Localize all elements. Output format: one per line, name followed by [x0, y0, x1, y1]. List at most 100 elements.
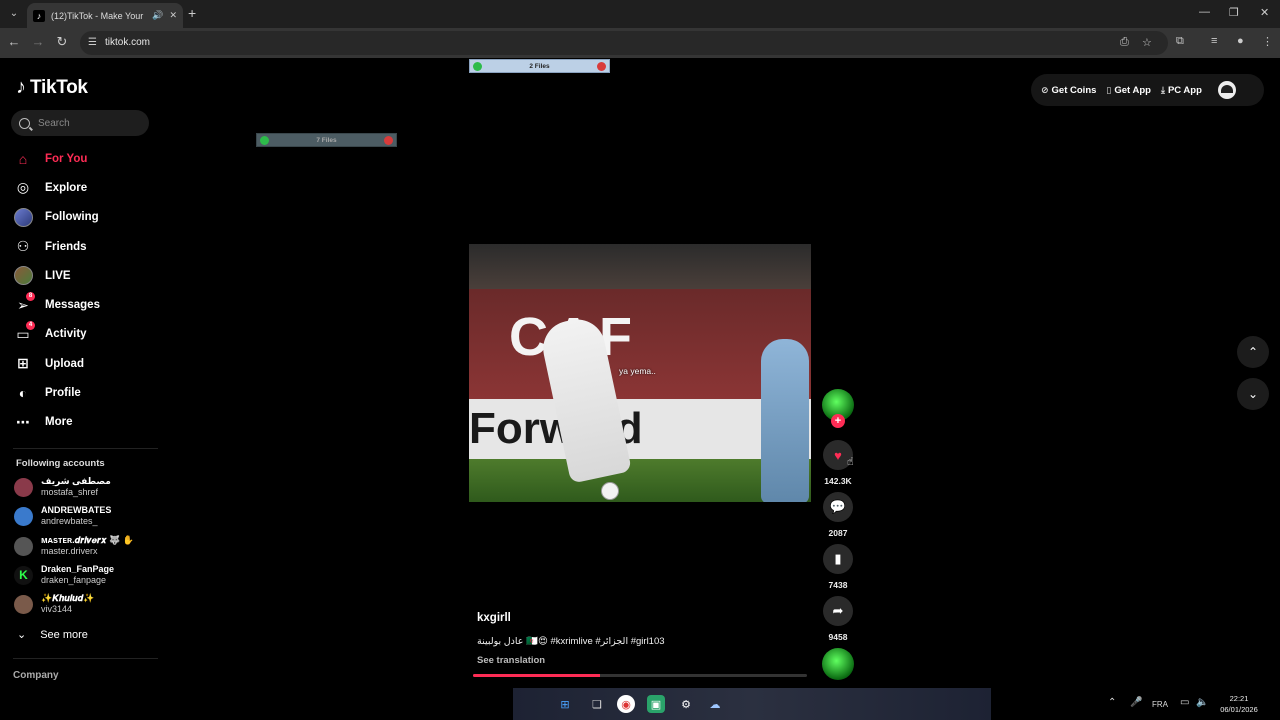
following-account[interactable]: مصطفى شريف mostafa_shref [14, 476, 111, 498]
save-button[interactable]: ▮ [823, 544, 853, 574]
sidebar-item-label: Upload [45, 357, 84, 370]
browser-menu-icon[interactable]: ⋮ [1262, 35, 1273, 48]
phone-icon: ▯ [1106, 84, 1112, 95]
following-account[interactable]: K Draken_FanPage draken_fanpage [14, 564, 114, 586]
settings-gear-icon[interactable]: ⚙ [677, 695, 695, 713]
coin-icon: ⊘ [1041, 84, 1049, 95]
tab-search-chevron-icon[interactable]: ⌄ [6, 6, 22, 22]
files-bar[interactable]: 7 Files [256, 133, 397, 147]
browser-tab[interactable]: ♪ (12)TikTok - Make Your Day 🔊 ✕ [27, 3, 183, 28]
app-icon[interactable]: ▣ [647, 695, 665, 713]
bookmark-icon: ▮ [834, 551, 842, 566]
sidebar-item-live[interactable]: LIVE [13, 261, 158, 290]
like-count: 142.3K [824, 476, 852, 486]
company-link[interactable]: Company [13, 670, 59, 681]
share-button[interactable]: ➦ [823, 596, 853, 626]
sidebar-item-messages[interactable]: ➢ 8 Messages [13, 290, 158, 319]
new-tab-button[interactable]: + [188, 5, 196, 21]
logo-text: TikTok [30, 76, 88, 98]
clock-date: 06/01/2026 [1220, 705, 1258, 714]
restore-icon[interactable]: ❐ [1229, 6, 1239, 19]
account-handle: mostafa_shref [41, 487, 99, 497]
comment-button[interactable]: 💬 [823, 492, 853, 522]
following-account[interactable]: ᴍᴀsᴛᴇʀ.𝒅𝒓𝒊𝒗𝒆𝒓𝒙 🐺 ✋ master.driverx [14, 535, 134, 557]
see-more-label: See more [40, 628, 88, 641]
steam-icon[interactable]: ☁ [706, 695, 724, 713]
close-icon[interactable] [597, 62, 606, 71]
extensions-icon[interactable]: ⧉ [1176, 35, 1184, 48]
avatar [13, 207, 33, 227]
get-app-button[interactable]: ▯ Get App [1106, 85, 1151, 96]
avatar: K [14, 565, 33, 585]
taskbar [513, 688, 991, 720]
browser-tabbar: ⌄ ♪ (12)TikTok - Make Your Day 🔊 ✕ + — ❐… [0, 0, 1280, 28]
forward-icon[interactable]: → [30, 34, 46, 49]
heart-icon: ♥ [834, 447, 842, 463]
see-translation-link[interactable]: See translation [477, 655, 545, 666]
windows-start-icon[interactable]: ⊞ [556, 695, 574, 713]
bookmark-star-icon[interactable]: ☆ [1142, 36, 1152, 49]
music-disc[interactable] [822, 648, 854, 680]
search-icon [19, 117, 30, 129]
video-author[interactable]: kxgirll [477, 612, 511, 624]
scroll-up-button[interactable]: ⌃ [1237, 336, 1269, 368]
search-input[interactable] [38, 117, 138, 129]
following-account[interactable]: ANDREWBATES andrewbates_ [14, 505, 111, 527]
reload-icon[interactable]: ↻ [54, 34, 70, 50]
get-coins-button[interactable]: ⊘ Get Coins [1041, 85, 1096, 96]
pc-app-button[interactable]: ⤓ PC App [1161, 85, 1202, 96]
microphone-icon[interactable]: 🎤 [1130, 697, 1142, 708]
upload-icon: ⊞ [17, 355, 29, 372]
tab-close-icon[interactable]: ✕ [169, 10, 177, 21]
window-close-icon[interactable]: ✕ [1260, 6, 1269, 19]
sidebar-item-upload[interactable]: ⊞ Upload [13, 349, 158, 378]
following-account[interactable]: ✨𝑲𝒉𝒖𝒍𝒖𝒅✨ viv3144 [14, 593, 94, 615]
minimize-icon[interactable]: — [1199, 6, 1210, 18]
account-name: Draken_FanPage [41, 564, 115, 574]
account-name: مصطفى شريف [41, 476, 111, 486]
video-player[interactable]: CAF Forward ya yema.. [469, 244, 811, 502]
sidebar-item-label: Activity [45, 328, 87, 341]
sidebar-item-profile[interactable]: ◐ Profile [13, 378, 158, 407]
network-icon[interactable]: ▭ [1180, 697, 1189, 708]
tiktok-logo[interactable]: ♪ TikTok [16, 76, 88, 99]
sidebar-item-activity[interactable]: ▭ 4 Activity [13, 320, 158, 349]
site-info-icon[interactable]: ☰ [88, 37, 97, 48]
sidebar-item-explore[interactable]: ◎ Explore [13, 173, 158, 202]
install-app-icon[interactable]: ⎙ [1120, 36, 1129, 49]
profile-avatar-icon[interactable]: ● [1237, 35, 1244, 47]
video-crowd [469, 244, 811, 289]
files-bar[interactable]: 2 Files [469, 59, 610, 73]
audio-playing-icon[interactable]: 🔊 [152, 10, 163, 21]
account-handle: draken_fanpage [41, 575, 107, 585]
close-icon[interactable] [384, 136, 393, 145]
chrome-icon[interactable]: ◉ [617, 695, 635, 713]
system-clock[interactable]: 22:21 06/01/2026 [1217, 693, 1261, 715]
sidebar-item-more[interactable]: ⋯ More [13, 408, 158, 437]
whatsapp-icon [473, 62, 482, 71]
account-name: ᴍᴀsᴛᴇʀ.𝒅𝒓𝒊𝒗𝒆𝒓𝒙 🐺 ✋ [41, 535, 134, 545]
volume-icon[interactable]: 🔈 [1196, 697, 1208, 708]
sidebar-item-for-you[interactable]: ⌂ For You [13, 144, 158, 173]
live-avatar [13, 266, 33, 286]
download-icon: ⤓ [1160, 84, 1165, 95]
see-more-button[interactable]: ⌄ See more [17, 628, 88, 642]
task-view-icon[interactable]: ❏ [588, 695, 606, 713]
address-bar[interactable]: ☰ tiktok.com ⎙ ☆ [80, 31, 1168, 55]
sidebar-item-friends[interactable]: ⚇ Friends [13, 232, 158, 261]
files-bar-label: 2 Files [529, 62, 550, 70]
avatar[interactable] [1217, 81, 1236, 99]
sidebar-item-following[interactable]: Following [13, 203, 158, 232]
search-box[interactable] [11, 110, 149, 136]
tray-chevron-up-icon[interactable]: ⌃ [1108, 697, 1116, 708]
whatsapp-icon [260, 136, 269, 145]
url-text[interactable]: tiktok.com [105, 37, 150, 48]
home-icon: ⌂ [18, 150, 28, 167]
language-indicator[interactable]: FRA [1152, 700, 1168, 709]
follow-plus-button[interactable]: + [831, 414, 845, 428]
sidebar-item-label: Profile [45, 387, 81, 400]
video-progress-bar[interactable] [473, 674, 807, 677]
media-controls-icon[interactable]: ≡ [1211, 35, 1217, 47]
scroll-down-button[interactable]: ⌄ [1237, 378, 1269, 410]
back-icon[interactable]: ← [6, 34, 22, 49]
